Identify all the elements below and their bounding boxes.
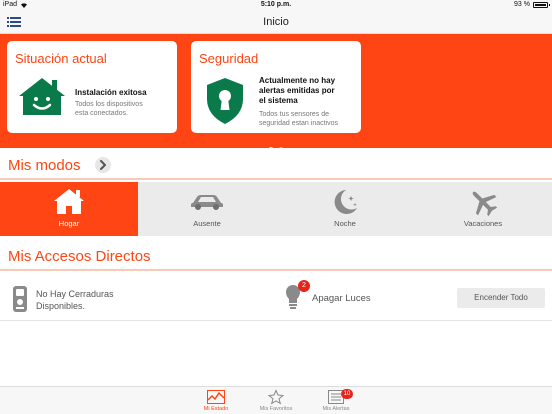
card-title: Situación actual — [15, 51, 107, 66]
turn-on-all-button[interactable]: Encender Todo — [457, 288, 545, 308]
mode-noche[interactable]: Noche — [276, 182, 414, 236]
tab-label: Mis Alertas — [322, 406, 350, 412]
battery-percent: 93 % — [514, 1, 530, 8]
section-divider — [0, 178, 552, 180]
no-locks-line: Disponibles. — [36, 301, 86, 311]
mode-vacaciones[interactable]: Vacaciones — [414, 182, 552, 236]
mode-ausente[interactable]: Ausente — [138, 182, 276, 236]
battery-icon — [533, 1, 550, 8]
modes-section-title: Mis modos — [8, 157, 81, 174]
navigation-bar: Inicio — [0, 11, 552, 34]
card-body-line: esta conectados. — [75, 110, 128, 117]
page-indicator[interactable] — [0, 138, 552, 156]
airplane-icon — [472, 191, 498, 217]
page-title: Inicio — [263, 16, 289, 28]
door-lock-icon — [13, 286, 27, 312]
house-icon — [54, 189, 84, 214]
no-locks-message: No Hay Cerraduras Disponibles. — [36, 288, 114, 312]
page-dot — [279, 147, 284, 151]
status-bar: iPad 5:10 p.m. 93 % — [0, 0, 552, 11]
status-banner: Situación actual Instalación exitosa Tod… — [0, 34, 552, 151]
card-headline-line: Actualmente no hay — [259, 76, 336, 85]
modes-more-button[interactable] — [95, 157, 111, 173]
pulse-chart-icon — [207, 390, 225, 404]
mode-hogar[interactable]: Hogar — [0, 182, 138, 236]
card-headline-line: el sistema — [259, 96, 298, 105]
shield-lock-icon — [207, 78, 243, 124]
star-icon — [268, 389, 284, 405]
card-title: Seguridad — [199, 51, 259, 66]
alerts-count-badge: 10 — [341, 389, 353, 399]
shortcuts-row: No Hay Cerraduras Disponibles. 2 Apagar … — [0, 276, 552, 321]
home-icon — [19, 78, 65, 115]
modes-bar: Hogar Ausente Noche Vacaciones — [0, 182, 552, 236]
mode-label: Noche — [334, 219, 356, 228]
page-dot-active — [268, 147, 273, 151]
card-headline-line: alertas emitidas por — [259, 86, 335, 95]
car-icon — [191, 195, 223, 210]
lights-count-badge: 2 — [298, 280, 310, 292]
no-locks-line: No Hay Cerraduras — [36, 289, 114, 299]
card-headline: Instalación exitosa — [75, 88, 147, 97]
card-body-line: seguridad estan inactivos — [259, 120, 338, 127]
card-body-line: Todos los dispositivos — [75, 101, 143, 108]
status-right: 93 % — [514, 1, 550, 8]
lights-off-label[interactable]: Apagar Luces — [312, 293, 371, 304]
chevron-right-icon — [100, 160, 106, 170]
mode-label: Ausente — [193, 219, 221, 228]
moon-icon — [334, 190, 357, 214]
mode-label: Hogar — [58, 219, 80, 228]
status-time: 5:10 p.m. — [260, 1, 292, 8]
card-security[interactable]: Seguridad Actualmente no hay alertas emi… — [191, 41, 361, 133]
card-current-status[interactable]: Situación actual Instalación exitosa Tod… — [7, 41, 177, 133]
mode-label: Vacaciones — [463, 219, 503, 228]
card-body-line: Todos tus sensores de — [259, 111, 330, 118]
shortcuts-section-title: Mis Accesos Directos — [8, 248, 151, 265]
tab-mis-alertas[interactable]: 10 Mis Alertas — [301, 389, 371, 412]
tab-bar: Mi Estado Mis Favoritos 10 Mis Alertas — [0, 386, 552, 414]
section-divider — [0, 269, 552, 271]
